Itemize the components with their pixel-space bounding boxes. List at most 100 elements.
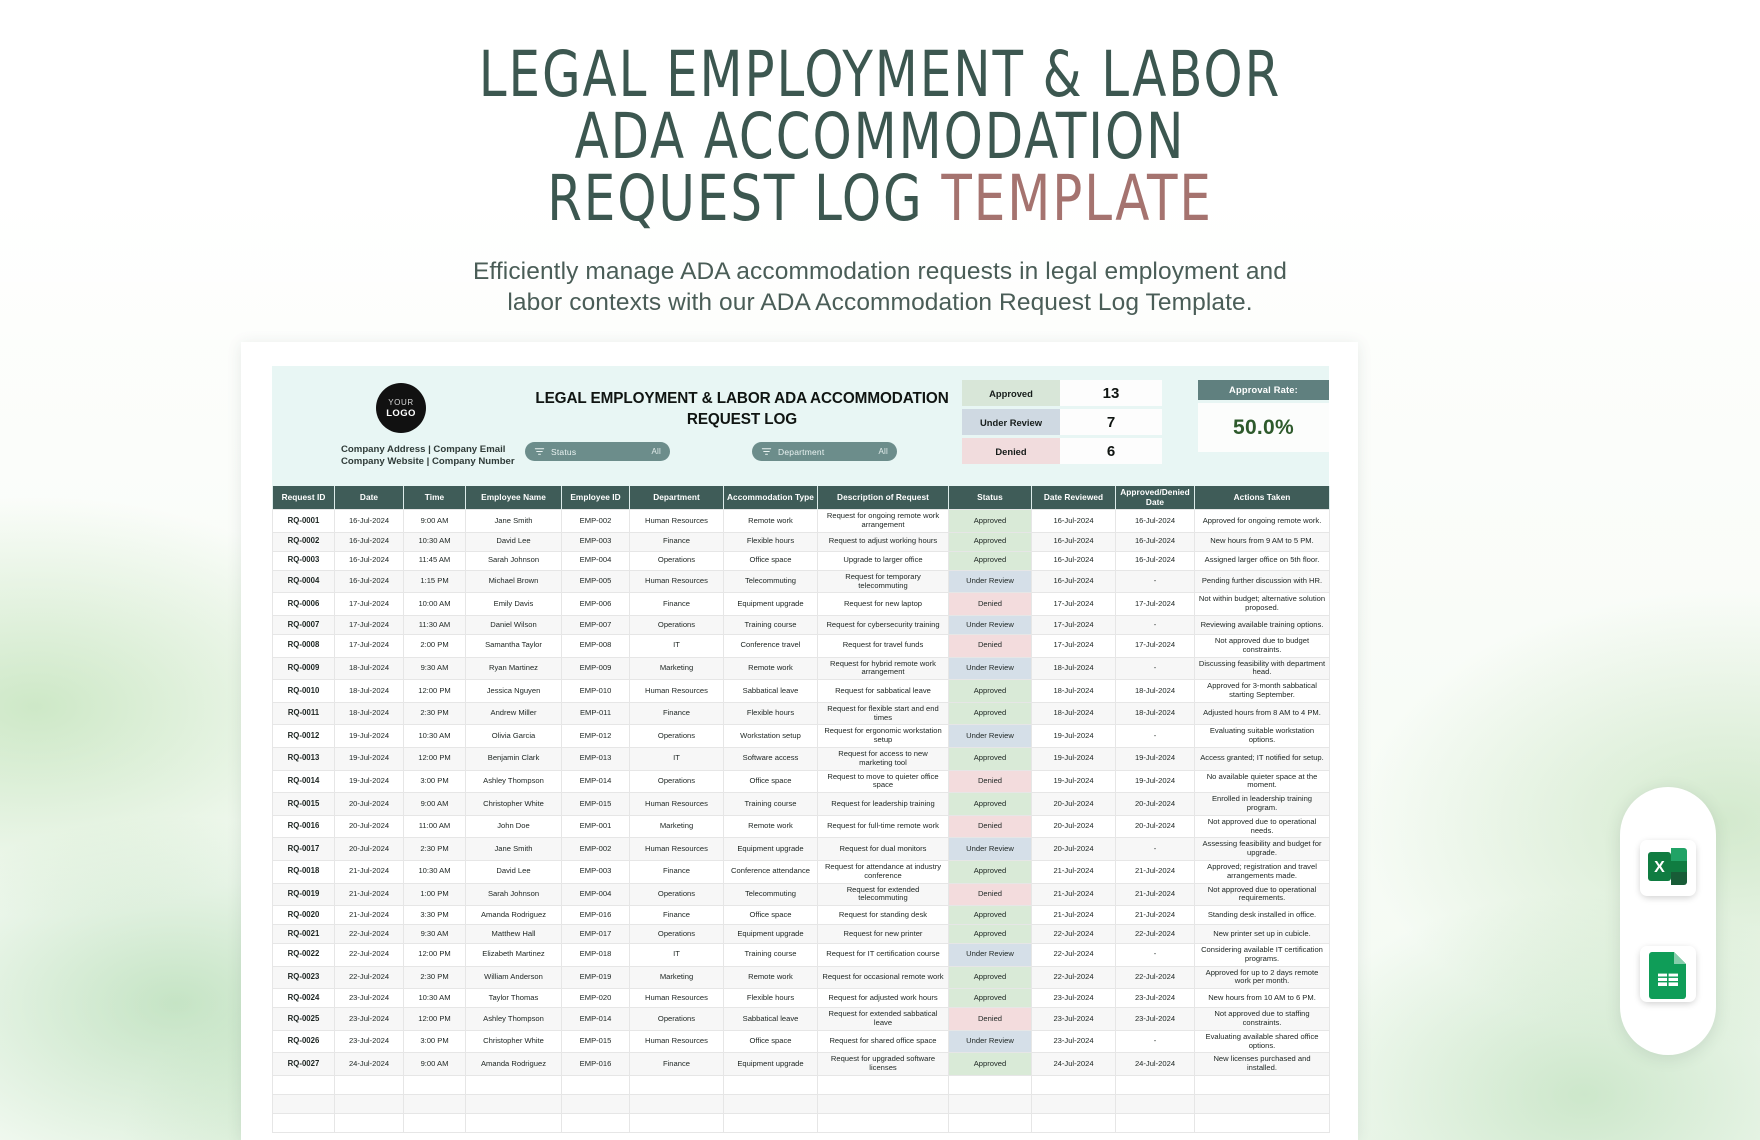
cell-empty[interactable]: [403, 1075, 466, 1096]
cell-dept[interactable]: Operations: [629, 882, 724, 907]
cell-emp[interactable]: EMP-002: [561, 509, 630, 533]
cell-status[interactable]: Under Review: [948, 724, 1032, 748]
cell-desc[interactable]: Request for attendance at industry confe…: [817, 859, 949, 884]
cell-decided[interactable]: 18-Jul-2024: [1115, 679, 1195, 703]
cell-reviewed[interactable]: 21-Jul-2024: [1031, 882, 1116, 907]
cell-dept[interactable]: Finance: [629, 531, 724, 552]
cell-date[interactable]: 21-Jul-2024: [334, 882, 404, 907]
cell-status[interactable]: Under Review: [948, 837, 1032, 861]
cell-desc[interactable]: Request for access to new marketing tool: [817, 746, 949, 771]
cell-id[interactable]: RQ-0015: [272, 792, 335, 816]
cell-time[interactable]: 9:00 AM: [403, 792, 466, 816]
table-row[interactable]: RQ-0015 20-Jul-2024 9:00 AM Christopher Whi…: [272, 792, 1330, 816]
cell-empty[interactable]: [403, 1094, 466, 1115]
cell-desc[interactable]: Request for standing desk: [817, 905, 949, 926]
cell-time[interactable]: 2:30 PM: [403, 965, 466, 990]
cell-empty[interactable]: [948, 1075, 1032, 1096]
cell-desc[interactable]: Request for extended telecommuting: [817, 882, 949, 907]
cell-decided[interactable]: 23-Jul-2024: [1115, 1007, 1195, 1031]
cell-id[interactable]: RQ-0021: [272, 924, 335, 945]
cell-id[interactable]: RQ-0025: [272, 1007, 335, 1031]
cell-id[interactable]: RQ-0002: [272, 531, 335, 552]
cell-date[interactable]: 21-Jul-2024: [334, 905, 404, 926]
cell-emp[interactable]: EMP-004: [561, 550, 630, 571]
cell-empty[interactable]: [1031, 1075, 1116, 1096]
cell-dept[interactable]: Operations: [629, 769, 724, 794]
cell-type[interactable]: Telecommuting: [723, 569, 818, 594]
table-row[interactable]: RQ-0016 20-Jul-2024 11:00 AM John Doe EMP-00…: [272, 814, 1330, 839]
cell-date[interactable]: 19-Jul-2024: [334, 746, 404, 771]
table-row[interactable]: RQ-0023 22-Jul-2024 2:30 PM William Anderso…: [272, 965, 1330, 990]
status-filter-dropdown[interactable]: Status All: [525, 442, 670, 461]
cell-reviewed[interactable]: 17-Jul-2024: [1031, 614, 1116, 635]
cell-status[interactable]: Approved: [948, 792, 1032, 816]
cell-dept[interactable]: Operations: [629, 724, 724, 748]
cell-id[interactable]: RQ-0001: [272, 509, 335, 533]
table-column-header-status[interactable]: Status: [948, 486, 1032, 510]
cell-date[interactable]: 23-Jul-2024: [334, 988, 404, 1009]
cell-reviewed[interactable]: 19-Jul-2024: [1031, 746, 1116, 771]
cell-emp[interactable]: EMP-018: [561, 943, 630, 967]
cell-dept[interactable]: Marketing: [629, 656, 724, 681]
cell-emp[interactable]: EMP-003: [561, 859, 630, 884]
cell-reviewed[interactable]: 19-Jul-2024: [1031, 769, 1116, 794]
cell-name[interactable]: David Lee: [465, 531, 562, 552]
cell-empty[interactable]: [723, 1075, 818, 1096]
cell-status[interactable]: Approved: [948, 550, 1032, 571]
cell-name[interactable]: Emily Davis: [465, 592, 562, 616]
cell-status[interactable]: Under Review: [948, 614, 1032, 635]
cell-id[interactable]: RQ-0013: [272, 746, 335, 771]
cell-date[interactable]: 23-Jul-2024: [334, 1007, 404, 1031]
cell-decided[interactable]: 21-Jul-2024: [1115, 859, 1195, 884]
cell-empty[interactable]: [465, 1075, 562, 1096]
cell-decided[interactable]: -: [1115, 656, 1195, 681]
cell-name[interactable]: Samantha Taylor: [465, 633, 562, 658]
cell-status[interactable]: Under Review: [948, 943, 1032, 967]
cell-empty[interactable]: [817, 1113, 949, 1134]
cell-desc[interactable]: Request for ongoing remote work arrangem…: [817, 509, 949, 533]
cell-reviewed[interactable]: 18-Jul-2024: [1031, 679, 1116, 703]
cell-empty[interactable]: [561, 1094, 630, 1115]
cell-type[interactable]: Equipment upgrade: [723, 837, 818, 861]
cell-emp[interactable]: EMP-001: [561, 814, 630, 839]
table-row[interactable]: RQ-0018 21-Jul-2024 10:30 AM David Lee EMP-0…: [272, 859, 1330, 884]
cell-action[interactable]: Not within budget; alternative solution …: [1194, 592, 1330, 616]
cell-name[interactable]: Ashley Thompson: [465, 769, 562, 794]
cell-time[interactable]: 2:30 PM: [403, 701, 466, 726]
cell-dept[interactable]: Human Resources: [629, 837, 724, 861]
table-row-empty[interactable]: [272, 1075, 1330, 1096]
cell-time[interactable]: 9:00 AM: [403, 1052, 466, 1077]
cell-dept[interactable]: Human Resources: [629, 679, 724, 703]
cell-type[interactable]: Office space: [723, 905, 818, 926]
cell-name[interactable]: Michael Brown: [465, 569, 562, 594]
table-row[interactable]: RQ-0024 23-Jul-2024 10:30 AM Taylor Thomas E…: [272, 988, 1330, 1009]
cell-date[interactable]: 20-Jul-2024: [334, 792, 404, 816]
cell-name[interactable]: John Doe: [465, 814, 562, 839]
table-row-empty[interactable]: [272, 1113, 1330, 1134]
table-row[interactable]: RQ-0011 18-Jul-2024 2:30 PM Andrew Miller EM…: [272, 701, 1330, 726]
cell-time[interactable]: 10:00 AM: [403, 592, 466, 616]
cell-reviewed[interactable]: 23-Jul-2024: [1031, 1029, 1116, 1054]
cell-id[interactable]: RQ-0006: [272, 592, 335, 616]
cell-id[interactable]: RQ-0012: [272, 724, 335, 748]
cell-emp[interactable]: EMP-006: [561, 592, 630, 616]
cell-id[interactable]: RQ-0016: [272, 814, 335, 839]
cell-reviewed[interactable]: 16-Jul-2024: [1031, 509, 1116, 533]
cell-id[interactable]: RQ-0008: [272, 633, 335, 658]
cell-decided[interactable]: -: [1115, 569, 1195, 594]
cell-action[interactable]: Not approved due to staffing constraints…: [1194, 1007, 1330, 1031]
cell-action[interactable]: Evaluating suitable workstation options.: [1194, 724, 1330, 748]
cell-emp[interactable]: EMP-002: [561, 837, 630, 861]
cell-empty[interactable]: [272, 1113, 335, 1134]
cell-status[interactable]: Under Review: [948, 569, 1032, 594]
cell-dept[interactable]: Human Resources: [629, 569, 724, 594]
cell-decided[interactable]: 21-Jul-2024: [1115, 882, 1195, 907]
table-row[interactable]: RQ-0001 16-Jul-2024 9:00 AM Jane Smith EMP-0…: [272, 509, 1330, 533]
cell-name[interactable]: William Anderson: [465, 965, 562, 990]
cell-reviewed[interactable]: 20-Jul-2024: [1031, 837, 1116, 861]
cell-type[interactable]: Remote work: [723, 509, 818, 533]
excel-file-icon[interactable]: X: [1640, 840, 1696, 896]
cell-type[interactable]: Flexible hours: [723, 701, 818, 726]
cell-name[interactable]: Matthew Hall: [465, 924, 562, 945]
cell-name[interactable]: Sarah Johnson: [465, 550, 562, 571]
